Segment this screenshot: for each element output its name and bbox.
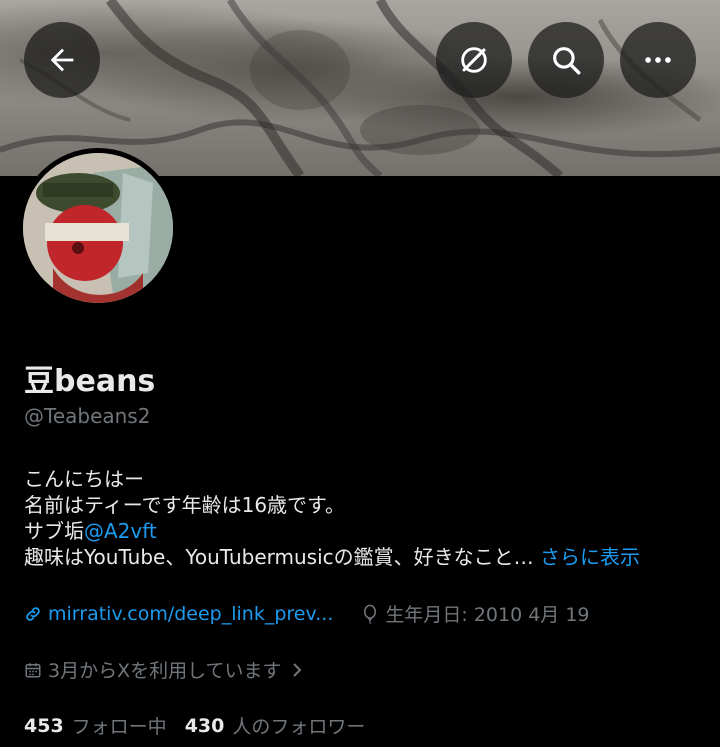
grok-icon (461, 47, 487, 73)
more-icon (645, 57, 671, 63)
back-arrow-icon (50, 48, 74, 72)
search-button[interactable] (528, 22, 604, 98)
link-icon (24, 605, 42, 623)
follow-stats: 453 フォロー中 430 人のフォロワー (24, 712, 383, 739)
display-name: 豆beans (24, 364, 156, 399)
avatar-image (23, 153, 173, 303)
bio-line: サブ垢@A2vft (24, 518, 704, 544)
bio-text: サブ垢 (24, 519, 84, 543)
calendar-icon (24, 661, 42, 679)
back-button[interactable] (24, 22, 100, 98)
show-more-link[interactable]: さらに表示 (540, 545, 640, 569)
grok-button[interactable] (436, 22, 512, 98)
bio-line: 趣味はYouTube、YouTubermusicの鑑賞、好きなこと… さらに表示 (24, 544, 704, 570)
user-handle: @Teabeans2 (24, 404, 151, 428)
bio-line: 名前はティーです年齢は16歳です。 (24, 493, 346, 517)
followers-count[interactable]: 430 (185, 715, 225, 737)
bio: こんにちはー 名前はティーです年齢は16歳です。 サブ垢@A2vft 趣味はYo… (24, 466, 704, 570)
profile-meta-row: mirrativ.com/deep_link_prev... 生年月日: 201… (24, 600, 590, 627)
mention-link[interactable]: @A2vft (84, 519, 157, 543)
followers-label[interactable]: 人のフォロワー (232, 712, 365, 739)
avatar[interactable] (18, 148, 178, 308)
more-button[interactable] (620, 22, 696, 98)
joined-row[interactable]: 3月からXを利用しています (24, 656, 310, 683)
joined-text: 3月からXを利用しています (48, 660, 282, 682)
search-icon (553, 47, 581, 75)
following-label[interactable]: フォロー中 (72, 712, 167, 739)
bio-text: 趣味はYouTube、YouTubermusicの鑑賞、好きなこと… (24, 545, 534, 569)
chevron-right-icon (290, 662, 304, 678)
bio-line: こんにちはー (24, 467, 144, 491)
following-count[interactable]: 453 (24, 715, 64, 737)
website-link[interactable]: mirrativ.com/deep_link_prev... (48, 603, 333, 625)
birthday-text: 生年月日: 2010 4月 19 (385, 604, 590, 626)
balloon-icon (361, 604, 379, 624)
